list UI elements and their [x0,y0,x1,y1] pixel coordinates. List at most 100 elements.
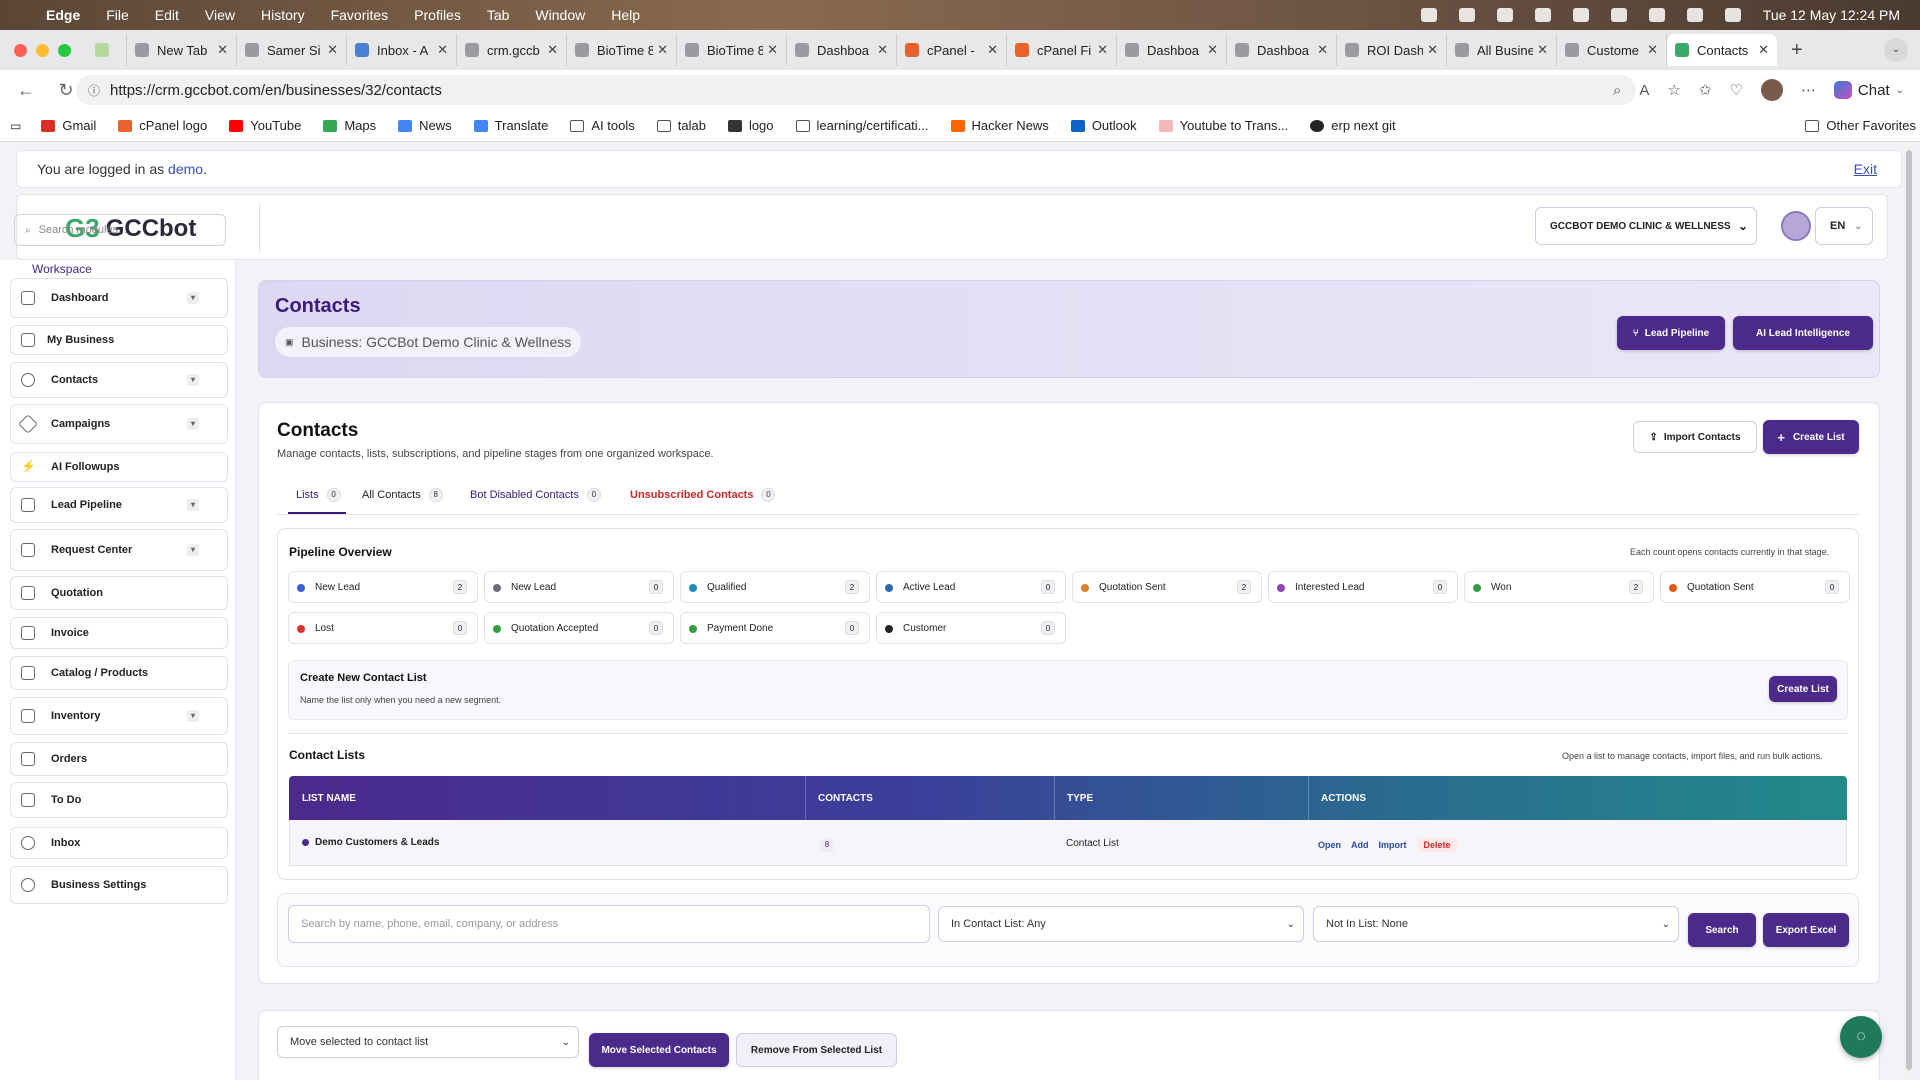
stage-interested-lead[interactable]: Interested Lead 0 [1268,571,1458,603]
sidebar-item-request-center[interactable]: Request Center ▾ [10,529,228,571]
menu-tab[interactable]: Tab [487,7,510,23]
create-list-button[interactable]: + Create List [1763,420,1859,454]
sidebar-item-campaigns[interactable]: Campaigns ▾ [10,404,228,444]
sidebar-item-quotation[interactable]: Quotation [10,576,228,610]
business-select[interactable]: GCCBOT DEMO CLINIC & WELLNESS ⌄ [1535,207,1757,245]
stage-lost[interactable]: Lost 0 [288,612,478,644]
create-list-inline-button[interactable]: Create List [1769,676,1837,702]
read-aloud-icon[interactable]: A [1639,82,1649,99]
close-window-button[interactable] [14,43,27,57]
app-menu[interactable]: Edge [46,7,80,23]
contact-search-input[interactable]: Search by name, phone, email, company, o… [288,905,930,943]
list-name-cell[interactable]: Demo Customers & Leads [302,837,439,848]
remove-from-selected-list-button[interactable]: Remove From Selected List [736,1033,897,1067]
browser-tab[interactable]: crm.gccb ✕ [457,34,567,66]
exit-link[interactable]: Exit [1854,161,1877,177]
move-to-list-select[interactable]: Move selected to contact list ⌄ [277,1026,579,1058]
browser-tab[interactable]: Dashboa ✕ [787,34,897,66]
bookmark-talab[interactable]: talab [656,118,706,133]
new-tab-icon[interactable]: + [1791,39,1803,62]
stage-active-lead[interactable]: Active Lead 0 [876,571,1066,603]
user-avatar[interactable] [1781,211,1811,241]
browser-tab[interactable]: All Busine ✕ [1447,34,1557,66]
sidebar-toggle-icon[interactable]: ▭ [10,119,21,133]
cloud-icon[interactable] [1496,8,1513,22]
close-tab-icon[interactable]: ✕ [1537,42,1548,58]
favorite-icon[interactable]: ☆ [1667,81,1680,99]
close-tab-icon[interactable]: ✕ [1097,42,1108,58]
browser-tab[interactable]: New Tab ✕ [127,34,237,66]
chevron-down-icon[interactable]: ▾ [187,418,199,430]
bookmark-youtube[interactable]: YouTube [229,118,301,133]
keyboard-icon[interactable] [1572,8,1589,22]
bookmark-translate[interactable]: Translate [473,118,548,133]
stage-quotation-accepted[interactable]: Quotation Accepted 0 [484,612,674,644]
browser-tab[interactable]: Dashboa ✕ [1227,34,1337,66]
sidebar-item-contacts[interactable]: Contacts ▾ [10,362,228,398]
menu-profiles[interactable]: Profiles [414,7,461,23]
tab-bot-disabled-contacts[interactable]: Bot Disabled Contacts 0 [470,488,601,502]
browser-tab[interactable]: Samer Si ✕ [237,34,347,66]
bookmark-erp-next-git[interactable]: erp next git [1310,118,1396,133]
menu-view[interactable]: View [205,7,235,23]
battery-icon[interactable] [1610,8,1627,22]
sidebar-item-inventory[interactable]: Inventory ▾ [10,697,228,735]
heart-icon[interactable]: ♡ [1729,81,1742,99]
zoom-window-button[interactable] [58,43,71,57]
chevron-down-icon[interactable]: ▾ [187,544,199,556]
browser-tab[interactable]: Custome ✕ [1557,34,1667,66]
search-icon[interactable] [1686,8,1703,22]
wifi-icon[interactable] [1648,8,1665,22]
bookmark-gmail[interactable]: Gmail [41,118,96,133]
site-info-icon[interactable]: ⓘ [88,82,100,99]
delete-list-button[interactable]: Delete [1416,838,1458,852]
status-app-icon[interactable] [1458,8,1475,22]
lead-pipeline-button[interactable]: ⑂ Lead Pipeline [1617,316,1725,350]
status-app-icon[interactable] [1420,8,1437,22]
stage-new-lead[interactable]: New Lead 2 [288,571,478,603]
favorites-icon[interactable]: ✩ [1699,81,1712,99]
clock[interactable]: Tue 12 May 12:24 PM [1763,7,1900,23]
control-center-icon[interactable] [1724,8,1741,22]
menu-history[interactable]: History [261,7,305,23]
cloud-icon[interactable] [1534,8,1551,22]
ai-lead-intelligence-button[interactable]: AI Lead Intelligence [1733,316,1873,350]
export-excel-button[interactable]: Export Excel [1763,913,1849,947]
sidebar-item-inbox[interactable]: Inbox [10,827,228,859]
stage-qualified[interactable]: Qualified 2 [680,571,870,603]
other-favorites[interactable]: Other Favorites [1805,118,1916,133]
bookmark-youtube-to-trans[interactable]: Youtube to Trans... [1158,118,1288,133]
chevron-down-icon[interactable]: ▾ [187,292,199,304]
browser-tab[interactable]: ROI Dash ✕ [1337,34,1447,66]
contacts-count-cell[interactable]: 8 [820,838,834,852]
bookmark-cpanel-logo[interactable]: cPanel logo [118,118,207,133]
copilot-chat-button[interactable]: Chat ⌄ [1833,81,1904,99]
tab-list-icon[interactable]: ⌄ [1884,38,1908,62]
close-tab-icon[interactable]: ✕ [767,42,778,58]
chevron-down-icon[interactable]: ▾ [187,710,199,722]
close-tab-icon[interactable]: ✕ [327,42,338,58]
bookmark-hacker-news[interactable]: Hacker News [950,118,1049,133]
close-tab-icon[interactable]: ✕ [217,42,228,58]
import-contacts-button[interactable]: ⇪ Import Contacts [1633,421,1757,453]
minimize-window-button[interactable] [36,43,49,57]
bookmark-maps[interactable]: Maps [323,118,376,133]
close-tab-icon[interactable]: ✕ [987,42,998,58]
bookmark-outlook[interactable]: Outlook [1070,118,1137,133]
close-tab-icon[interactable]: ✕ [1207,42,1218,58]
menu-help[interactable]: Help [611,7,640,23]
zoom-icon[interactable]: ⌕ [1613,82,1621,99]
browser-tab[interactable]: BioTime 8 ✕ [677,34,787,66]
browser-tab[interactable]: BioTime 8 ✕ [567,34,677,66]
sidebar-item-orders[interactable]: Orders [10,742,228,776]
stage-quotation-sent[interactable]: Quotation Sent 2 [1072,571,1262,603]
bookmark-logo[interactable]: logo [727,118,774,133]
language-select[interactable]: EN ⌄ [1815,207,1873,245]
menu-edit[interactable]: Edit [155,7,179,23]
close-tab-icon[interactable]: ✕ [1758,42,1769,58]
menu-file[interactable]: File [106,7,129,23]
add-to-list-link[interactable]: Add [1351,840,1369,850]
bookmark-learning[interactable]: learning/certificati... [795,118,929,133]
chevron-down-icon[interactable]: ▾ [187,374,199,386]
open-list-link[interactable]: Open [1318,840,1341,850]
